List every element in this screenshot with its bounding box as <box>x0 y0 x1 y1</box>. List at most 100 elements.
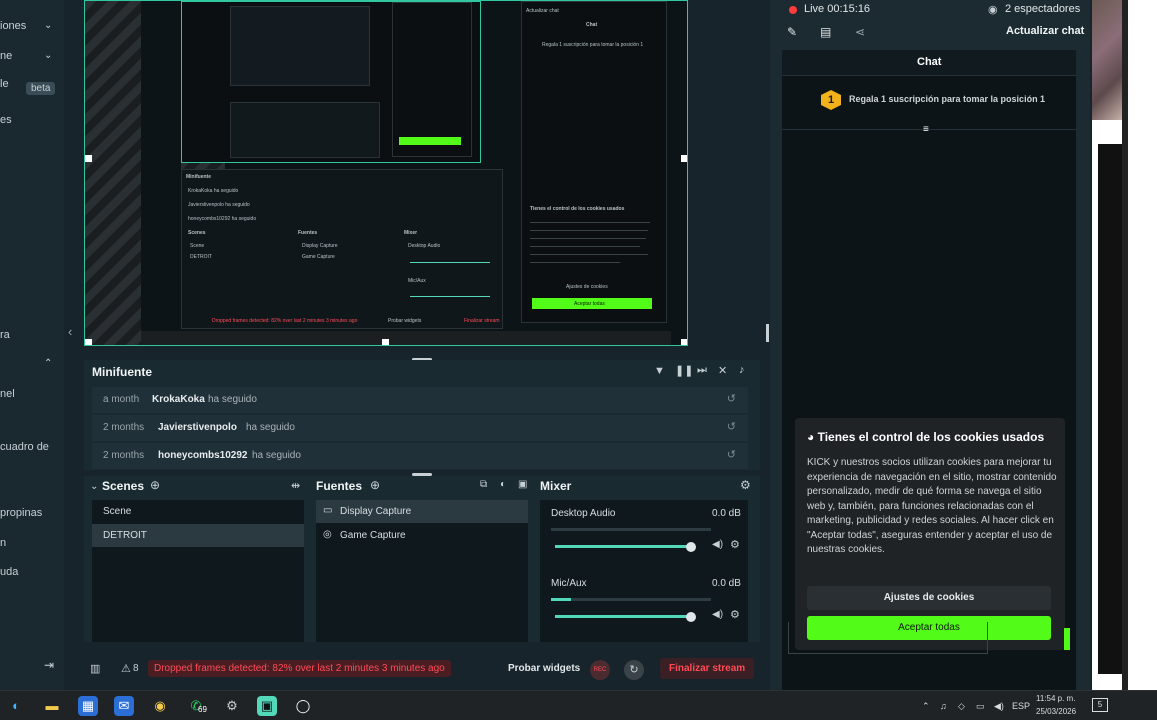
sidebar-item[interactable]: iones <box>0 20 26 32</box>
collapse-arrow-icon[interactable]: ‹ <box>68 324 72 339</box>
background-divider <box>1122 0 1128 690</box>
replay-icon[interactable]: ↺ <box>727 392 736 405</box>
replay-icon[interactable]: ↺ <box>727 448 736 461</box>
warning-icon[interactable]: ⚠ <box>121 662 131 675</box>
sidebar-item[interactable]: ne <box>0 50 12 62</box>
taskbar: ◐ ▬ ▦ ✉ ◉ ✆ 69 ⚙ ▣ ◯ ⌃ ♫ ◇ ▭ ◀) ESP 11:5… <box>0 690 1157 720</box>
filters-icon[interactable]: ◐ <box>500 479 506 490</box>
replay-icon[interactable]: ↺ <box>727 420 736 433</box>
sidebar-item[interactable]: le <box>0 78 9 90</box>
scenes-list: Scene DETROIT <box>92 500 304 642</box>
chevron-up-icon[interactable]: ⌃ <box>44 358 52 369</box>
collapse-sidebar-icon[interactable]: ⇥ <box>44 658 54 672</box>
refresh-chat-button[interactable]: Actualizar chat <box>1006 25 1084 37</box>
sidebar-item[interactable]: es <box>0 114 12 126</box>
tray-chevron-icon[interactable]: ⌃ <box>922 701 930 712</box>
dropped-frames-warning[interactable]: Dropped frames detected: 82% over last 2… <box>148 660 451 677</box>
resize-handle[interactable] <box>681 155 687 162</box>
captured-text-line <box>530 246 640 247</box>
cookie-settings-button[interactable]: Ajustes de cookies <box>807 586 1051 610</box>
meter-level <box>551 598 571 601</box>
gear-icon[interactable]: ⚙ <box>740 478 751 492</box>
resize-handle[interactable] <box>85 155 92 162</box>
speaker-icon[interactable]: ◀) <box>994 701 1004 712</box>
captured-fuentes: Fuentes <box>298 230 318 236</box>
sidebar-item[interactable]: propinas <box>0 507 42 519</box>
streamlabs-icon[interactable]: ▣ <box>257 696 277 716</box>
obs-icon[interactable]: ◯ <box>293 696 313 716</box>
slider-knob[interactable] <box>686 612 696 622</box>
gear-icon[interactable]: ⚙ <box>730 538 740 551</box>
sidebar-item[interactable]: uda <box>0 566 18 578</box>
source-item-selected[interactable]: Display Capture <box>316 500 528 523</box>
eye-icon: ◉ <box>988 4 998 16</box>
mail-icon[interactable]: ✉ <box>114 696 134 716</box>
chat-input-outline[interactable] <box>788 622 988 654</box>
stream-preview[interactable]: Actualizar chat Chat Regala 1 suscripció… <box>84 0 688 346</box>
resize-handle[interactable] <box>382 339 389 345</box>
replay-buffer-icon[interactable]: ↻ <box>624 660 644 680</box>
display-icon[interactable]: ▭ <box>976 701 985 712</box>
folder-icon[interactable]: ▣ <box>518 479 527 490</box>
speaker-icon[interactable]: ◀) <box>712 609 723 620</box>
test-widgets-button[interactable]: Probar widgets <box>508 663 580 674</box>
add-scene-icon[interactable]: ⊕ <box>150 478 160 492</box>
fuentes-title: Fuentes <box>316 479 363 493</box>
scene-item[interactable]: Scene <box>92 500 304 523</box>
activity-row: 2 months honeycombs10292 ha seguido ↺ <box>92 443 748 469</box>
volume-slider[interactable] <box>555 545 691 548</box>
edit-icon[interactable]: ✎ <box>787 25 797 39</box>
steam-icon[interactable]: ⚙ <box>222 696 242 716</box>
source-item[interactable]: Game Capture <box>316 524 528 547</box>
expand-icon[interactable]: ⇹ <box>291 479 300 492</box>
chrome-icon[interactable]: ◉ <box>150 696 170 716</box>
splitter-handle[interactable] <box>766 324 769 342</box>
popout-icon[interactable]: ▤ <box>820 25 831 39</box>
captured-row: KrokaKoka ha seguido <box>188 188 239 194</box>
end-stream-button[interactable]: Finalizar stream <box>660 658 755 679</box>
captured-cookie-title: Tienes el control de los cookies usados <box>530 206 625 212</box>
file-explorer-icon[interactable]: ▬ <box>42 696 62 716</box>
volume-icon[interactable]: ♪ <box>739 364 745 376</box>
resize-handle[interactable] <box>85 339 92 345</box>
cookie-title: ◕ Tienes el control de los cookies usado… <box>807 430 1044 444</box>
scene-item-selected[interactable]: DETROIT <box>92 524 304 547</box>
nested-preview <box>181 1 481 163</box>
sidebar-item[interactable]: ra <box>0 329 10 341</box>
add-source-icon[interactable]: ⊕ <box>370 478 380 492</box>
filter-icon[interactable]: ▼ <box>654 365 665 377</box>
stats-icon[interactable]: ▥ <box>90 662 100 675</box>
sidebar-item[interactable]: cuadro de <box>0 441 49 453</box>
network-icon[interactable]: ◇ <box>958 701 965 712</box>
chevron-down-icon[interactable]: ⌄ <box>90 481 98 492</box>
share-icon[interactable]: ⋖ <box>855 25 865 39</box>
captured-obs: Minifuente KrokaKoka ha seguido Javierst… <box>181 169 503 329</box>
chevron-down-icon[interactable]: ⌄ <box>44 20 52 31</box>
sidebar-item[interactable]: n <box>0 537 6 549</box>
skip-icon[interactable]: ⏭ <box>697 364 707 377</box>
volume-slider[interactable] <box>555 615 691 618</box>
resize-handle[interactable] <box>681 339 687 345</box>
edge-browser-icon[interactable]: ◐ <box>6 696 26 716</box>
language-indicator[interactable]: ESP <box>1012 701 1030 711</box>
notifications-icon[interactable]: 5 <box>1092 698 1108 712</box>
speaker-icon[interactable]: ◀) <box>712 539 723 550</box>
pause-icon[interactable]: ❚❚ <box>675 364 693 377</box>
clock-time[interactable]: 11:54 p. m. <box>1036 694 1075 703</box>
rec-button[interactable]: REC <box>590 660 610 680</box>
gear-icon[interactable]: ⚙ <box>730 608 740 621</box>
scenes-title: Scenes <box>102 479 145 493</box>
sidebar-item[interactable]: nel <box>0 388 15 400</box>
source-settings-icon[interactable]: ⧉ <box>480 479 487 490</box>
gamepad-icon: ◎ <box>323 529 332 540</box>
monitor-icon: ▭ <box>323 505 333 516</box>
mute-alerts-icon[interactable]: ✕ <box>718 364 727 377</box>
slider-knob[interactable] <box>686 542 696 552</box>
scroll-indicator-icon[interactable]: ≡ <box>923 124 929 135</box>
mic-icon[interactable]: ♫ <box>940 701 947 711</box>
gift-sub-message[interactable]: Regala 1 suscripción para tomar la posic… <box>849 94 1045 104</box>
clock-date[interactable]: 25/03/2026 <box>1036 707 1076 716</box>
store-icon[interactable]: ▦ <box>78 696 98 716</box>
captured-dropped: Dropped frames detected: 82% over last 2… <box>212 318 358 324</box>
chevron-down-icon[interactable]: ⌄ <box>44 50 52 61</box>
